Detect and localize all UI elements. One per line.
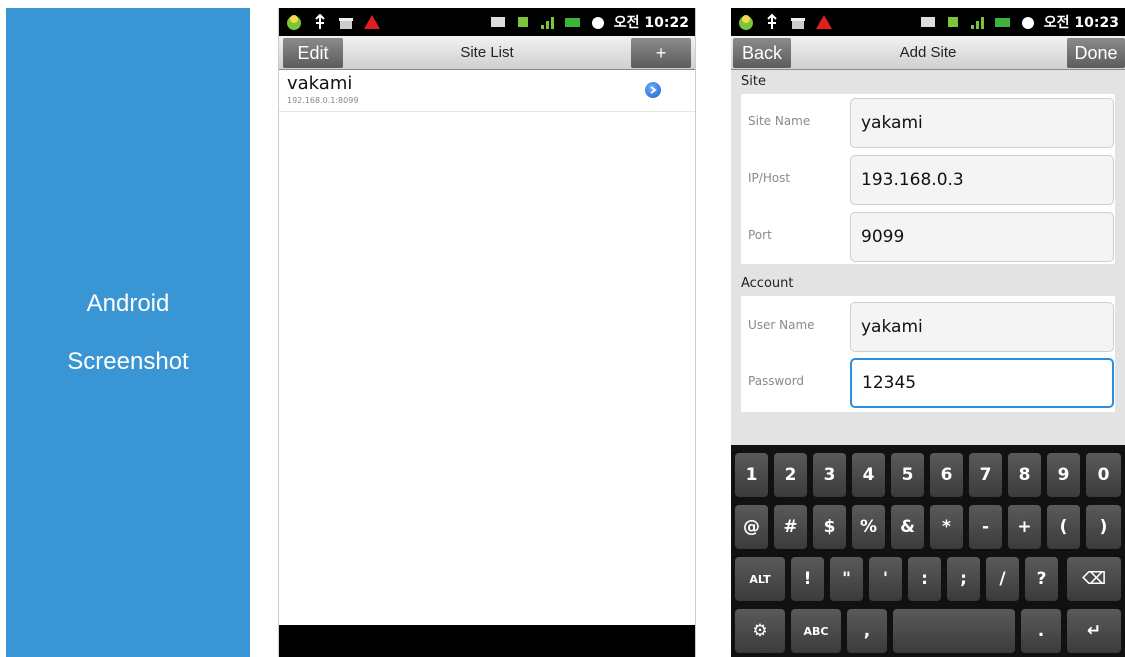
- key-dollar[interactable]: $: [813, 505, 846, 549]
- site-name: vakami: [287, 73, 353, 94]
- key-6[interactable]: 6: [930, 453, 963, 497]
- alarm-icon: [1021, 17, 1034, 29]
- network-icon: [517, 17, 528, 27]
- site-list-screen: 오전 10:22 Edit Site List + vakami 192.168…: [278, 8, 696, 657]
- site-name-label: Site Name: [748, 114, 811, 128]
- usb-icon: [767, 13, 777, 29]
- user-name-row: User Name yakami: [741, 298, 1115, 354]
- key-at[interactable]: @: [735, 505, 768, 549]
- key-close-paren[interactable]: ): [1086, 505, 1121, 549]
- warning-icon: [364, 15, 380, 29]
- site-section-header: Site: [741, 74, 766, 89]
- port-row: Port 9099: [741, 208, 1115, 264]
- done-button[interactable]: Done: [1067, 38, 1125, 68]
- ip-host-row: IP/Host 193.168.0.3: [741, 151, 1115, 207]
- key-hash[interactable]: #: [774, 505, 807, 549]
- key-open-paren[interactable]: (: [1047, 505, 1080, 549]
- key-7[interactable]: 7: [969, 453, 1002, 497]
- vibrate-icon: [490, 17, 505, 27]
- key-9[interactable]: 9: [1047, 453, 1080, 497]
- key-exclamation[interactable]: !: [791, 557, 824, 601]
- port-label: Port: [748, 228, 772, 242]
- key-comma[interactable]: ,: [847, 609, 887, 653]
- key-percent[interactable]: %: [852, 505, 885, 549]
- nav-bar: Back Add Site Done: [731, 36, 1125, 70]
- account-section-header: Account: [741, 276, 794, 291]
- label-panel: Android Screenshot: [6, 8, 250, 657]
- add-site-button[interactable]: +: [631, 38, 691, 68]
- port-field[interactable]: 9099: [850, 212, 1114, 262]
- user-name-label: User Name: [748, 318, 815, 332]
- gift-icon: [791, 18, 805, 29]
- key-ampersand[interactable]: &: [891, 505, 924, 549]
- vibrate-icon: [920, 17, 935, 27]
- site-form-group: Site Name yakami IP/Host 193.168.0.3 Por…: [741, 94, 1115, 264]
- battery-icon: [564, 18, 580, 27]
- signal-icon: [540, 17, 554, 29]
- password-row: Password 12345: [741, 354, 1115, 410]
- page-title: Add Site: [899, 44, 957, 61]
- backspace-key[interactable]: ⌫: [1067, 557, 1121, 601]
- key-period[interactable]: .: [1021, 609, 1061, 653]
- enter-key[interactable]: ↵: [1067, 609, 1121, 653]
- detail-disclosure-icon[interactable]: [645, 82, 661, 98]
- password-field[interactable]: 12345: [850, 358, 1114, 408]
- password-label: Password: [748, 374, 805, 388]
- user-name-field[interactable]: yakami: [850, 302, 1114, 352]
- key-single-quote[interactable]: ': [869, 557, 902, 601]
- gift-icon: [339, 18, 353, 29]
- site-name-field[interactable]: yakami: [850, 98, 1114, 148]
- status-time: 오전 10:22: [613, 15, 689, 31]
- space-key[interactable]: [893, 609, 1015, 653]
- site-address: 192.168.0.1:8099: [287, 96, 359, 105]
- status-bar: 오전 10:22: [279, 8, 695, 36]
- status-bar: 오전 10:23: [731, 8, 1125, 36]
- status-time: 오전 10:23: [1043, 15, 1119, 31]
- back-button[interactable]: Back: [733, 38, 791, 68]
- key-minus[interactable]: -: [969, 505, 1002, 549]
- key-asterisk[interactable]: *: [930, 505, 963, 549]
- key-question[interactable]: ?: [1025, 557, 1058, 601]
- ip-host-field[interactable]: 193.168.0.3: [850, 155, 1114, 205]
- warning-icon: [816, 15, 832, 29]
- key-8[interactable]: 8: [1008, 453, 1041, 497]
- key-4[interactable]: 4: [852, 453, 885, 497]
- key-double-quote[interactable]: ": [830, 557, 863, 601]
- add-site-screen: 오전 10:23 Back Add Site Done Site Site Na…: [731, 8, 1125, 657]
- key-slash[interactable]: /: [986, 557, 1019, 601]
- ip-host-label: IP/Host: [748, 171, 791, 185]
- alarm-icon: [591, 17, 604, 29]
- key-semicolon[interactable]: ;: [947, 557, 980, 601]
- android-icon: [287, 15, 301, 30]
- battery-icon: [994, 18, 1010, 27]
- key-plus[interactable]: +: [1008, 505, 1041, 549]
- key-colon[interactable]: :: [908, 557, 941, 601]
- key-1[interactable]: 1: [735, 453, 768, 497]
- key-0[interactable]: 0: [1086, 453, 1121, 497]
- key-3[interactable]: 3: [813, 453, 846, 497]
- label-line-2: Screenshot: [67, 347, 189, 375]
- site-name-row: Site Name yakami: [741, 94, 1115, 150]
- android-icon: [739, 15, 753, 30]
- key-5[interactable]: 5: [891, 453, 924, 497]
- label-line-1: Android: [86, 289, 170, 317]
- edit-button[interactable]: Edit: [283, 38, 343, 68]
- network-icon: [947, 17, 958, 27]
- usb-icon: [315, 13, 325, 29]
- settings-key[interactable]: ⚙: [735, 609, 785, 653]
- key-alt[interactable]: ALT: [735, 557, 785, 601]
- nav-bar: Edit Site List +: [279, 36, 695, 70]
- site-list-item[interactable]: vakami 192.168.0.1:8099: [279, 70, 695, 112]
- bottom-bar: [279, 625, 695, 657]
- abc-key[interactable]: ABC: [791, 609, 841, 653]
- account-form-group: User Name yakami Password 12345: [741, 296, 1115, 412]
- signal-icon: [970, 17, 984, 29]
- page-title: Site List: [460, 44, 514, 61]
- soft-keyboard: 1 2 3 4 5 6 7 8 9 0 @ # $ % & * - + ( ) …: [731, 445, 1125, 657]
- key-2[interactable]: 2: [774, 453, 807, 497]
